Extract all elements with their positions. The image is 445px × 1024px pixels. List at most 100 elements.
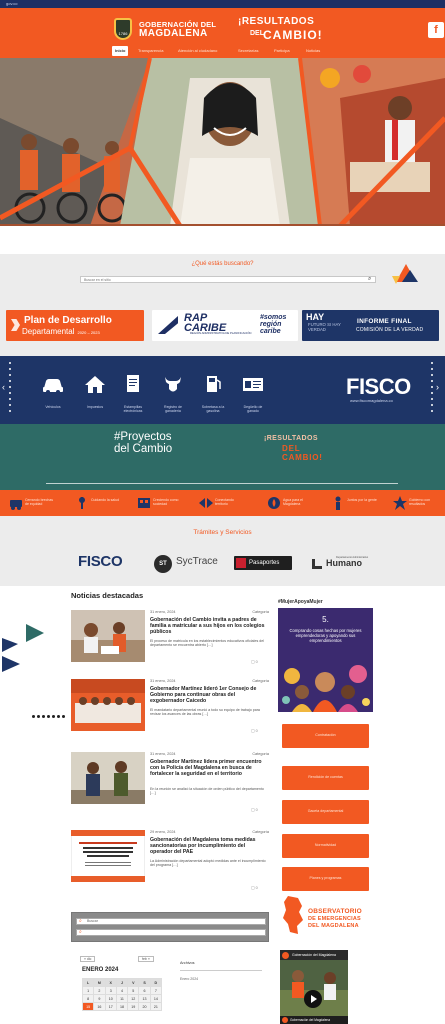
calendar-day[interactable]: 19 (127, 1002, 140, 1011)
funcion-publica-partner-link[interactable]: Departamento Administrativo Humano (312, 556, 372, 570)
news-title[interactable]: Gobernación del Cambio invita a padres d… (150, 617, 269, 636)
carousel-next-icon[interactable]: › (436, 382, 439, 392)
calendar-day[interactable]: 3 (104, 986, 117, 995)
fisco-url[interactable]: www.fiscomagdalena.co (350, 398, 393, 403)
comision-verdad-banner[interactable]: HAY FUTURO SI HAY VERDAD INFORME FINAL C… (302, 310, 439, 341)
gov-co-link[interactable]: gov.co (6, 0, 18, 8)
service-ganaderia[interactable]: Registro de ganadería (158, 372, 188, 416)
news-thumbnail[interactable] (71, 830, 145, 882)
calendar-day-today[interactable]: 15 (81, 1002, 95, 1011)
calendar-day[interactable]: 4 (115, 986, 129, 995)
sidebar-button-normatividad[interactable]: Normatividad (282, 834, 369, 858)
video-embed[interactable]: Gobernación del Magdalena Gobernación de… (280, 950, 348, 1024)
calendar-day[interactable]: 18 (115, 1002, 129, 1011)
calendar-prev-button[interactable]: « dic (80, 956, 96, 962)
service-label: Degüello de ganado (243, 405, 263, 413)
calendar-day[interactable]: 17 (104, 1002, 117, 1011)
fisco-partner-link[interactable]: FISCO (78, 553, 123, 571)
news-category[interactable]: Categoría (252, 830, 269, 834)
news-category[interactable]: Categoría (252, 610, 269, 614)
service-sobretasa[interactable]: Sobretasa a la gasolina (198, 372, 228, 416)
news-thumbnail[interactable] (71, 679, 145, 731)
news-item[interactable]: 31 enero, 2024 Categoría Gobernador Mart… (71, 679, 269, 745)
calendar-day[interactable]: 20 (138, 1002, 151, 1011)
carousel-prev-icon[interactable]: ‹ (2, 382, 5, 392)
video-caption: Gobernación del Magdalena (290, 1018, 331, 1022)
comments-count[interactable]: ▢ 0 (251, 885, 258, 890)
service-estampillas[interactable]: Estampillas electrónicas (118, 372, 148, 416)
service-impuestos[interactable]: Impuestos (80, 372, 110, 416)
calendar-day[interactable]: 1 (81, 986, 95, 995)
fisco-logo[interactable]: FISCO (346, 374, 411, 400)
pasaportes-partner-link[interactable]: Pasaportes (234, 556, 292, 570)
nav-item-participa[interactable]: Participa (274, 46, 290, 56)
news-item[interactable]: 31 enero, 2024 Categoría Gobernador Mart… (71, 752, 269, 818)
magdalena-logo-icon[interactable] (392, 262, 420, 286)
proyectos-title-line-2: del Cambio (114, 443, 173, 455)
sytrace-logo-icon[interactable]: ST (154, 555, 172, 573)
news-item[interactable]: 31 enero, 2024 Categoría Gobernación del… (71, 610, 269, 676)
slogan-line-1: ¡RESULTADOS (238, 16, 315, 27)
comments-count[interactable]: ▢ 0 (251, 659, 258, 664)
calendar-day[interactable]: 9 (93, 994, 106, 1003)
funcion-publica-logo-icon (312, 559, 322, 569)
news-title[interactable]: Gobernador Martínez lideró 1er Consejo d… (150, 686, 269, 705)
rap-caribe-banner[interactable]: RAP CARIBE REGIÓN ADMINISTRATIVA DE PLAN… (152, 310, 298, 341)
calendar-day[interactable]: 10 (104, 994, 117, 1003)
sidebar-button-planes[interactable]: Planes y programas (282, 867, 369, 891)
calendar-day[interactable]: 8 (81, 994, 95, 1003)
sidebar-button-gaceta[interactable]: Gaceta departamental (282, 800, 369, 824)
search-icon[interactable]: ⌕ (368, 276, 371, 283)
calendar-day[interactable]: 21 (149, 1002, 163, 1011)
widget-search-input[interactable]: ⌕ Buscar (76, 918, 266, 925)
crest-year: 1786 (118, 31, 128, 36)
observatorio-line-3: DEL MAGDALENA (308, 923, 359, 929)
nav-item-inicio[interactable]: Inicio (112, 46, 129, 56)
nav-item-noticias[interactable]: Noticias (306, 46, 320, 56)
sidebar-button-contratacion[interactable]: Contratación (282, 724, 369, 748)
nav-item-transparencia[interactable]: Transparencia (138, 46, 163, 56)
calendar-day[interactable]: 16 (93, 1002, 106, 1011)
proyectos-title-line-1: #Proyectos (114, 431, 172, 443)
news-title[interactable]: Gobernador Martínez lidera primer encuen… (150, 759, 269, 778)
calendar-day[interactable]: 6 (138, 986, 151, 995)
news-category[interactable]: Categoría (252, 752, 269, 756)
sidebar-button-rendicion[interactable]: Rendición de cuentas (282, 766, 369, 790)
news-title[interactable]: Gobernación del Magdalena toma medidas s… (150, 837, 269, 856)
verdad-future: FUTURO SI HAY VERDAD (308, 322, 341, 332)
archive-widget-item[interactable]: Enero 2024 (180, 977, 198, 981)
calendar-day[interactable]: 7 (149, 986, 163, 995)
observatorio-banner[interactable]: OBSERVATORIO DE EMERGENCIAS DEL MAGDALEN… (280, 896, 372, 936)
news-thumbnail[interactable] (71, 610, 145, 662)
widget-search-second-input[interactable]: ⌕ (76, 929, 266, 936)
calendar-day[interactable]: 12 (127, 994, 140, 1003)
calendar-next-button[interactable]: feb » (138, 956, 154, 962)
calendar-day[interactable]: 5 (127, 986, 140, 995)
news-category[interactable]: Categoría (252, 679, 269, 683)
sidebar-button-label: Planes y programas (309, 876, 342, 880)
nav-item-atencion[interactable]: Atención al ciudadano (178, 46, 217, 56)
pasaportes-label: Pasaportes (249, 560, 280, 566)
news-thumbnail[interactable] (71, 752, 145, 804)
calendar-weekday: M (93, 978, 106, 987)
verdad-subtitle: COMISIÓN DE LA VERDAD (356, 327, 424, 333)
calendar-day[interactable]: 2 (93, 986, 106, 995)
plan-desarrollo-banner[interactable]: Plan de Desarrollo Departamental 2020 – 2… (6, 310, 144, 341)
calendar-day[interactable]: 13 (138, 994, 151, 1003)
comments-count[interactable]: ▢ 0 (251, 807, 258, 812)
service-vehiculos[interactable]: Vehículos (38, 372, 68, 416)
brand-line-2[interactable]: MAGDALENA (139, 28, 208, 39)
facebook-button[interactable]: f (428, 22, 444, 38)
campaign-slide[interactable]: 5. Comprando cosas hechas por mujeres em… (278, 608, 373, 712)
service-deguello[interactable]: Degüello de ganado (238, 372, 268, 416)
hero-banner[interactable] (0, 58, 445, 226)
nav-item-secretarias[interactable]: Secretarías (238, 46, 258, 56)
carousel-dots[interactable] (32, 705, 78, 718)
comments-count[interactable]: ▢ 0 (251, 728, 258, 733)
search-input[interactable] (80, 276, 376, 283)
sytrace-partner-link[interactable]: SycTrace (176, 553, 218, 571)
calendar-day[interactable]: 11 (115, 994, 129, 1003)
play-icon[interactable] (304, 990, 322, 1008)
news-item[interactable]: 29 enero, 2024 Categoría Gobernación del… (71, 830, 269, 896)
calendar-day[interactable]: 14 (149, 994, 163, 1003)
